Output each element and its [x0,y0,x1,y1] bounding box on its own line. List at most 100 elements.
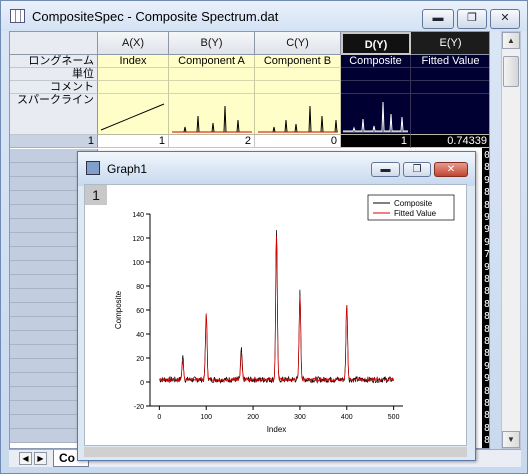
graph-close-button[interactable]: ✕ [434,162,468,177]
units-cell-a[interactable] [98,68,169,81]
legend-entry: Fitted Value [394,209,437,218]
graph-minimize-button[interactable]: ▬ [371,162,400,177]
strip-value[interactable]: 7 [484,249,489,261]
next-sheet-button[interactable]: ▶ [34,452,47,465]
strip-value[interactable]: 0 [484,150,489,162]
cell-e1[interactable]: 0.74339 [411,135,489,148]
graph-maximize-button[interactable]: ❐ [403,162,431,177]
x-tick-label: 100 [200,414,212,421]
strip-value[interactable]: 8 [484,200,489,212]
x-tick-label: 200 [247,414,259,421]
strip-value[interactable]: 8 [484,336,489,348]
sparkline-e[interactable] [411,94,489,135]
minimize-button[interactable]: ▬ [422,9,454,29]
sparkline-a-plot [100,103,165,131]
sparkline-b-plot [172,105,252,133]
graph-icon [86,161,100,175]
sparkline-c-plot [258,105,338,133]
comments-cell-d[interactable] [341,81,411,94]
strip-value[interactable]: 8 [484,435,489,447]
units-cell-e[interactable] [411,68,489,81]
strip-value[interactable]: 9 [484,175,489,187]
strip-value[interactable]: 8 [484,274,489,286]
units-cell-d[interactable] [341,68,411,81]
x-tick-label: 500 [388,414,400,421]
strip-value[interactable]: 8 [484,286,489,298]
graph-horizontal-scrollbar[interactable] [84,447,467,457]
sparkline-d-plot [343,101,408,133]
graph-title: Graph1 [107,162,148,176]
sparkline-c[interactable] [255,94,341,135]
vertical-scrollbar[interactable]: ▲ ▼ [501,31,521,449]
graph-window[interactable]: Graph1 ▬ ❐ ✕ 1 -20 0 20 40 60 80 100 120 140 0 100… [77,151,476,461]
column-header-a[interactable]: A(X) [98,32,169,55]
x-tick-label: 400 [341,414,353,421]
row-label-units[interactable]: 単位 [10,68,98,81]
long-name-cell-e[interactable]: Fitted Value [411,55,489,68]
units-cell-c[interactable] [255,68,341,81]
close-button[interactable]: ✕ [490,9,520,29]
graph-title-bar[interactable]: Graph1 ▬ ❐ ✕ [78,152,475,186]
row-number-1[interactable]: 1 [10,135,98,148]
cell-b1[interactable]: 2 [169,135,255,148]
long-name-cell-d[interactable]: Composite [341,55,411,68]
y-tick-label: 100 [132,260,144,267]
graph-page[interactable]: 1 -20 0 20 40 60 80 100 120 140 0 100 200 300 400 500 I… [84,184,467,446]
scroll-up-button[interactable]: ▲ [502,32,520,49]
strip-value[interactable]: 9 [484,212,489,224]
sparkline-d[interactable] [341,94,411,135]
fitted-value-series-line [159,235,394,383]
sparkline-b[interactable] [169,94,255,135]
scroll-thumb[interactable] [503,56,519,87]
units-cell-b[interactable] [169,68,255,81]
row-label-long-name[interactable]: ロングネーム [10,55,98,68]
column-header-e[interactable]: E(Y) [411,32,489,55]
strip-value[interactable]: 8 [484,311,489,323]
y-tick-label: -20 [134,404,144,411]
long-name-cell-c[interactable]: Component B [255,55,341,68]
strip-value[interactable]: 8 [484,324,489,336]
strip-value[interactable]: 8 [484,398,489,410]
comments-cell-b[interactable] [169,81,255,94]
strip-value[interactable]: 8 [484,410,489,422]
y-tick-label: 60 [136,308,144,315]
strip-value[interactable]: 9 [484,361,489,373]
column-header-d[interactable]: D(Y) [341,32,411,55]
comments-cell-e[interactable] [411,81,489,94]
maximize-button[interactable]: ❐ [457,9,487,29]
strip-value[interactable]: 8 [484,187,489,199]
composite-series-line [159,229,394,384]
previous-sheet-button[interactable]: ◀ [19,452,32,465]
strip-value[interactable]: 9 [484,262,489,274]
sparkline-a[interactable] [98,94,169,135]
x-tick-label: 300 [294,414,306,421]
column-header-c[interactable]: C(Y) [255,32,341,55]
comments-cell-c[interactable] [255,81,341,94]
column-header-b[interactable]: B(Y) [169,32,255,55]
strip-value[interactable]: 9 [484,224,489,236]
strip-value[interactable]: 8 [484,348,489,360]
strip-value[interactable]: 8 [484,162,489,174]
scroll-down-button[interactable]: ▼ [502,431,520,448]
cell-d1[interactable]: 1 [341,135,411,148]
strip-value[interactable]: 8 [484,386,489,398]
y-tick-label: 20 [136,356,144,363]
row-label-comments[interactable]: コメント [10,81,98,94]
grid-corner[interactable] [10,32,98,55]
comments-cell-a[interactable] [98,81,169,94]
strip-value[interactable]: 8 [484,299,489,311]
main-window: CompositeSpec - Composite Spectrum.dat ▬… [0,0,528,474]
long-name-cell-b[interactable]: Component A [169,55,255,68]
cell-c1[interactable]: 0 [255,135,341,148]
row-label-sparklines[interactable]: スパークライン [10,94,98,135]
title-bar[interactable]: CompositeSpec - Composite Spectrum.dat ▬… [1,1,527,31]
y-tick-label: 40 [136,332,144,339]
window-title: CompositeSpec - Composite Spectrum.dat [32,9,279,24]
plot-area[interactable]: -20 0 20 40 60 80 100 120 140 0 100 200 300 400 500 Ind… [85,185,468,447]
strip-value[interactable]: 9 [484,373,489,385]
y-tick-label: 140 [132,212,144,219]
strip-value[interactable]: 8 [484,423,489,435]
strip-value[interactable]: 9 [484,237,489,249]
long-name-cell-a[interactable]: Index [98,55,169,68]
cell-a1[interactable]: 1 [98,135,169,148]
